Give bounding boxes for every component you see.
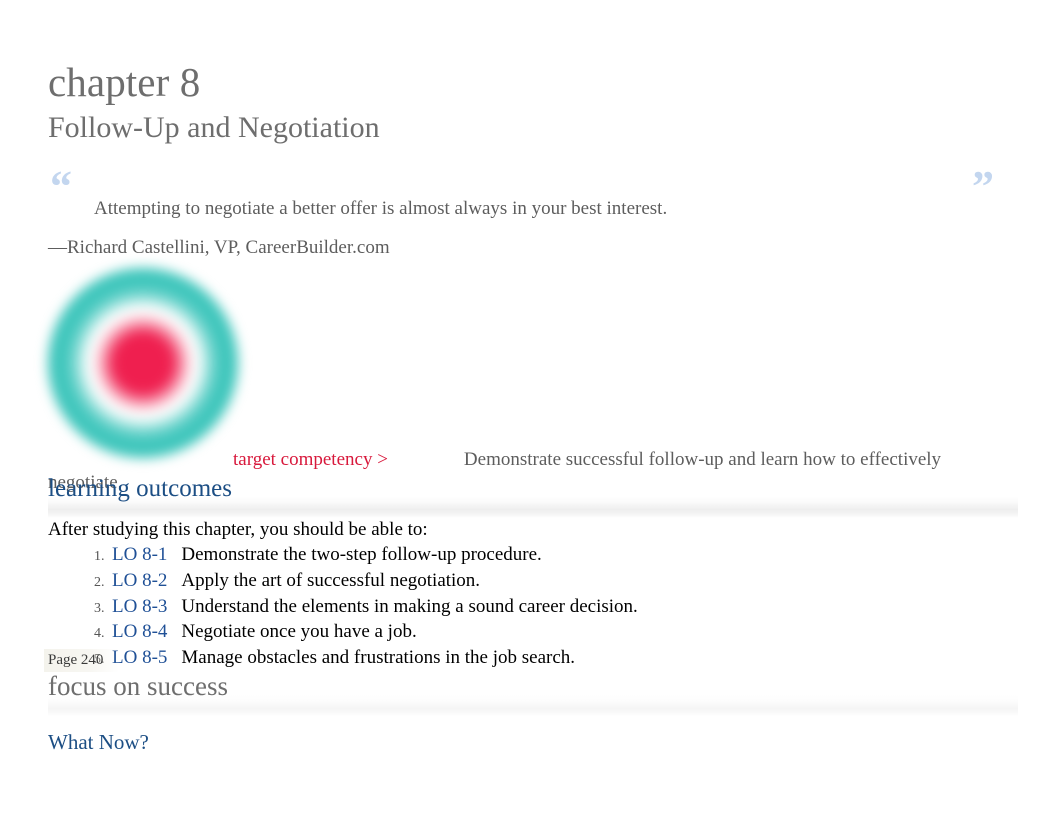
- learning-outcomes-section: learning outcomes After studying this ch…: [48, 475, 1018, 673]
- focus-on-success-heading: focus on success: [48, 671, 228, 701]
- learning-outcome-row: LO 8-5 Manage obstacles and frustrations …: [108, 647, 575, 668]
- chapter-title: chapter 8: [48, 59, 201, 105]
- learning-outcome-row: LO 8-2 Apply the art of successful negoti…: [108, 570, 480, 591]
- learning-outcome-text: Manage obstacles and frustrations in the…: [181, 647, 576, 669]
- textbook-page: chapter 8 Follow-Up and Negotiation “ ” …: [0, 0, 1062, 822]
- learning-outcome-code: LO 8-3: [112, 595, 168, 617]
- learning-outcome-code: LO 8-1: [112, 544, 168, 565]
- pull-quote-attribution: —Richard Castellini, VP, CareerBuilder.c…: [48, 237, 390, 258]
- learning-outcome-text: Demonstrate the two-step follow-up proce…: [181, 544, 542, 565]
- learning-outcome-row: LO 8-3 Understand the elements in making …: [108, 596, 638, 617]
- list-item: LO 8-4 Negotiate once you have a job.: [108, 621, 1018, 647]
- close-quote-icon: ”: [972, 162, 994, 211]
- focus-on-success-subheading: What Now?: [48, 730, 149, 754]
- chapter-subtitle: Follow-Up and Negotiation: [48, 111, 380, 144]
- learning-outcomes-heading: learning outcomes: [48, 475, 232, 502]
- learning-outcomes-intro: After studying this chapter, you should …: [48, 519, 428, 541]
- learning-outcome-code: LO 8-2: [112, 569, 168, 591]
- list-item: LO 8-5Manage obstacles and frustrations …: [108, 647, 1018, 673]
- learning-outcome-text: Understand the elements in making a soun…: [181, 595, 638, 617]
- learning-outcome-row: LO 8-4 Negotiate once you have a job.: [108, 621, 417, 642]
- pull-quote: “ ” Attempting to negotiate a better off…: [48, 165, 1018, 265]
- open-quote-icon: “: [50, 162, 72, 211]
- learning-outcome-code: LO 8-4: [112, 621, 168, 643]
- learning-outcome-row: LO 8-1 Demonstrate the two-step follow-up…: [108, 544, 542, 565]
- list-item: LO 8-1 Demonstrate the two-step follow-up…: [108, 544, 1018, 570]
- target-bullseye-rings: [48, 268, 238, 458]
- pull-quote-text: Attempting to negotiate a better offer i…: [94, 198, 668, 219]
- page-marker: Page 240: [44, 649, 120, 672]
- list-item: LO 8-3 Understand the elements in making …: [108, 596, 1018, 622]
- learning-outcome-text: Apply the art of successful negotiation.: [181, 569, 481, 591]
- list-item: LO 8-2 Apply the art of successful negoti…: [108, 570, 1018, 596]
- target-bullseye-icon: [48, 268, 238, 458]
- focus-on-success-section: focus on success: [48, 671, 1018, 717]
- target-competency-label: target competency >: [233, 449, 388, 470]
- learning-outcome-text: Negotiate once you have a job.: [181, 621, 417, 643]
- learning-outcomes-list: LO 8-1 Demonstrate the two-step follow-up…: [48, 544, 1018, 673]
